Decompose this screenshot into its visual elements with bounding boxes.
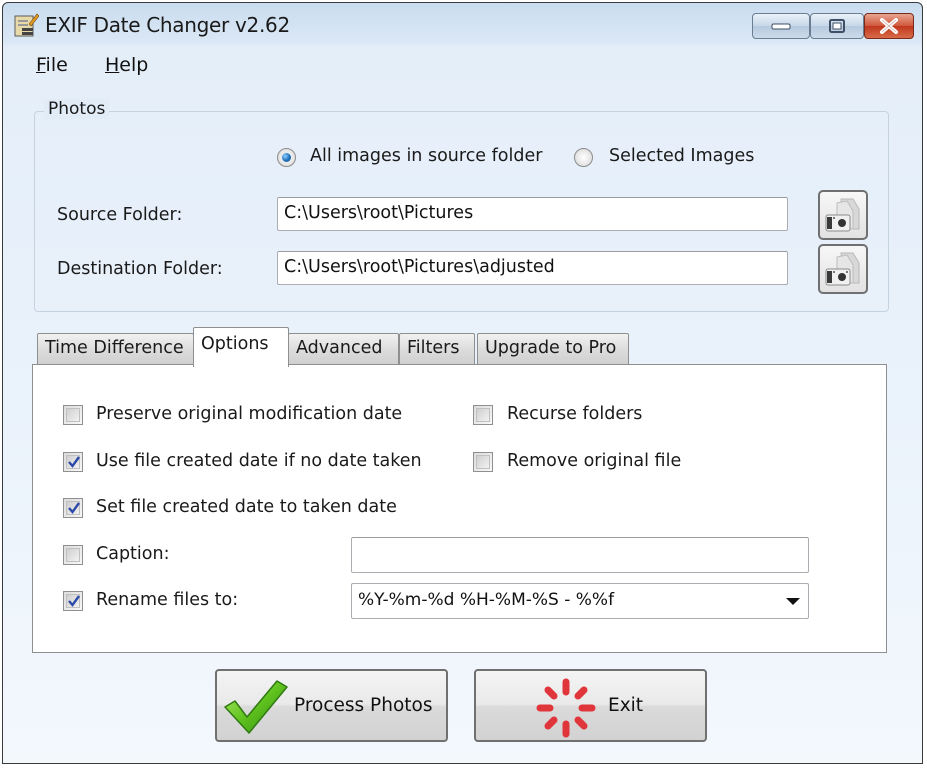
red-spinner-icon (536, 678, 596, 738)
tab-advanced[interactable]: Advanced (288, 333, 399, 365)
remove-original-checkbox[interactable] (473, 452, 493, 472)
rename-pattern-combobox[interactable]: %Y-%m-%d %H-%M-%S - %%f (351, 583, 809, 619)
tab-time-difference[interactable]: Time Difference (37, 333, 194, 365)
source-folder-input[interactable]: C:\Users\root\Pictures (277, 197, 788, 231)
radio-selected-images[interactable] (574, 148, 593, 167)
exit-button[interactable]: Exit (474, 669, 707, 742)
close-button[interactable] (864, 13, 914, 39)
camera-folder-icon (825, 252, 860, 286)
menu-file-mnemonic: F (36, 54, 46, 76)
preserve-mod-date-label[interactable]: Preserve original modification date (96, 404, 402, 424)
green-checkmark-icon (224, 680, 288, 734)
maximize-button[interactable] (810, 13, 864, 39)
minimize-button[interactable] (752, 13, 810, 39)
app-icon (13, 12, 40, 37)
radio-all-images-label[interactable]: All images in source folder (310, 146, 542, 166)
destination-folder-input[interactable]: C:\Users\root\Pictures\adjusted (277, 251, 788, 285)
tab-upgrade-to-pro[interactable]: Upgrade to Pro (477, 333, 629, 365)
photos-group-title: Photos (44, 99, 110, 119)
rename-files-checkbox[interactable] (63, 591, 83, 611)
radio-selected-images-label[interactable]: Selected Images (609, 146, 754, 166)
checkmark-icon (68, 456, 80, 468)
menu-file-label: ile (45, 54, 68, 76)
rename-pattern-value: %Y-%m-%d %H-%M-%S - %%f (358, 590, 615, 610)
title-bar[interactable]: EXIF Date Changer v2.62 (3, 3, 922, 43)
process-photos-label: Process Photos (294, 695, 433, 716)
recurse-folders-checkbox[interactable] (473, 405, 493, 425)
menu-help-mnemonic: H (105, 54, 120, 76)
use-created-date-checkbox[interactable] (63, 452, 83, 472)
minimize-icon (771, 23, 791, 30)
destination-folder-label: Destination Folder: (57, 259, 223, 279)
tab-options[interactable]: Options (193, 327, 289, 367)
camera-folder-icon (825, 198, 860, 232)
process-photos-button[interactable]: Process Photos (215, 669, 448, 742)
radio-all-images[interactable] (277, 148, 296, 167)
browse-destination-button[interactable] (818, 244, 868, 294)
dropdown-arrow-icon[interactable] (786, 598, 800, 605)
set-created-date-label[interactable]: Set file created date to taken date (96, 497, 397, 517)
window-title: EXIF Date Changer v2.62 (45, 13, 290, 37)
set-created-date-checkbox[interactable] (63, 498, 83, 518)
rename-files-label[interactable]: Rename files to: (96, 590, 238, 610)
remove-original-label[interactable]: Remove original file (507, 451, 681, 471)
tab-filters[interactable]: Filters (399, 333, 475, 365)
caption-input[interactable] (351, 537, 809, 573)
menu-file[interactable]: File (36, 54, 68, 76)
preserve-mod-date-checkbox[interactable] (63, 405, 83, 425)
browse-source-button[interactable] (818, 190, 868, 240)
recurse-folders-label[interactable]: Recurse folders (507, 404, 642, 424)
menu-help-label: elp (119, 54, 149, 76)
menu-help[interactable]: Help (105, 54, 148, 76)
caption-checkbox[interactable] (63, 545, 83, 565)
exit-label: Exit (608, 695, 644, 716)
checkmark-icon (68, 595, 80, 607)
caption-label[interactable]: Caption: (96, 544, 169, 564)
use-created-date-label[interactable]: Use file created date if no date taken (96, 451, 422, 471)
maximize-icon (829, 19, 845, 33)
close-icon (880, 18, 898, 34)
checkmark-icon (68, 502, 80, 514)
source-folder-label: Source Folder: (57, 205, 183, 225)
